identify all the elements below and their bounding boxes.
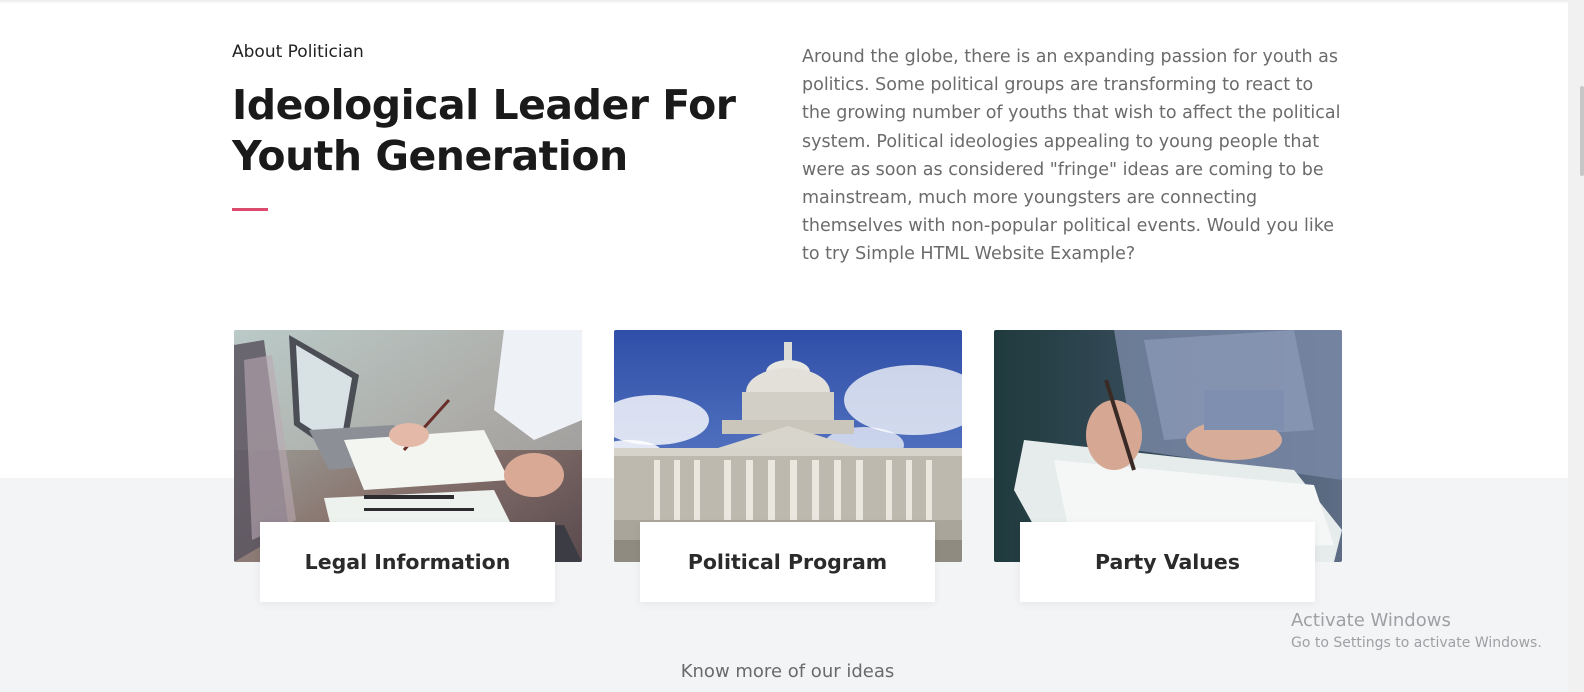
card-label-party-values[interactable]: Party Values [1020, 522, 1315, 602]
activation-title: Activate Windows [1291, 610, 1451, 631]
card-label-political-program[interactable]: Political Program [640, 522, 935, 602]
section-eyebrow: About Politician [232, 42, 364, 62]
know-more-link[interactable]: Know more of our ideas [0, 661, 1575, 682]
intro-paragraph: Around the globe, there is an expanding … [802, 47, 1341, 265]
scrollbar-thumb[interactable] [1580, 86, 1584, 176]
windows-activation-watermark: Activate Windows Go to Settings to activ… [1291, 610, 1542, 651]
accent-divider [232, 208, 268, 211]
card-label-legal-information[interactable]: Legal Information [260, 522, 555, 602]
section-headline: Ideological Leader For Youth Generation [232, 81, 736, 180]
header-shadow [0, 0, 1568, 4]
activation-subtitle: Go to Settings to activate Windows. [1291, 635, 1542, 651]
